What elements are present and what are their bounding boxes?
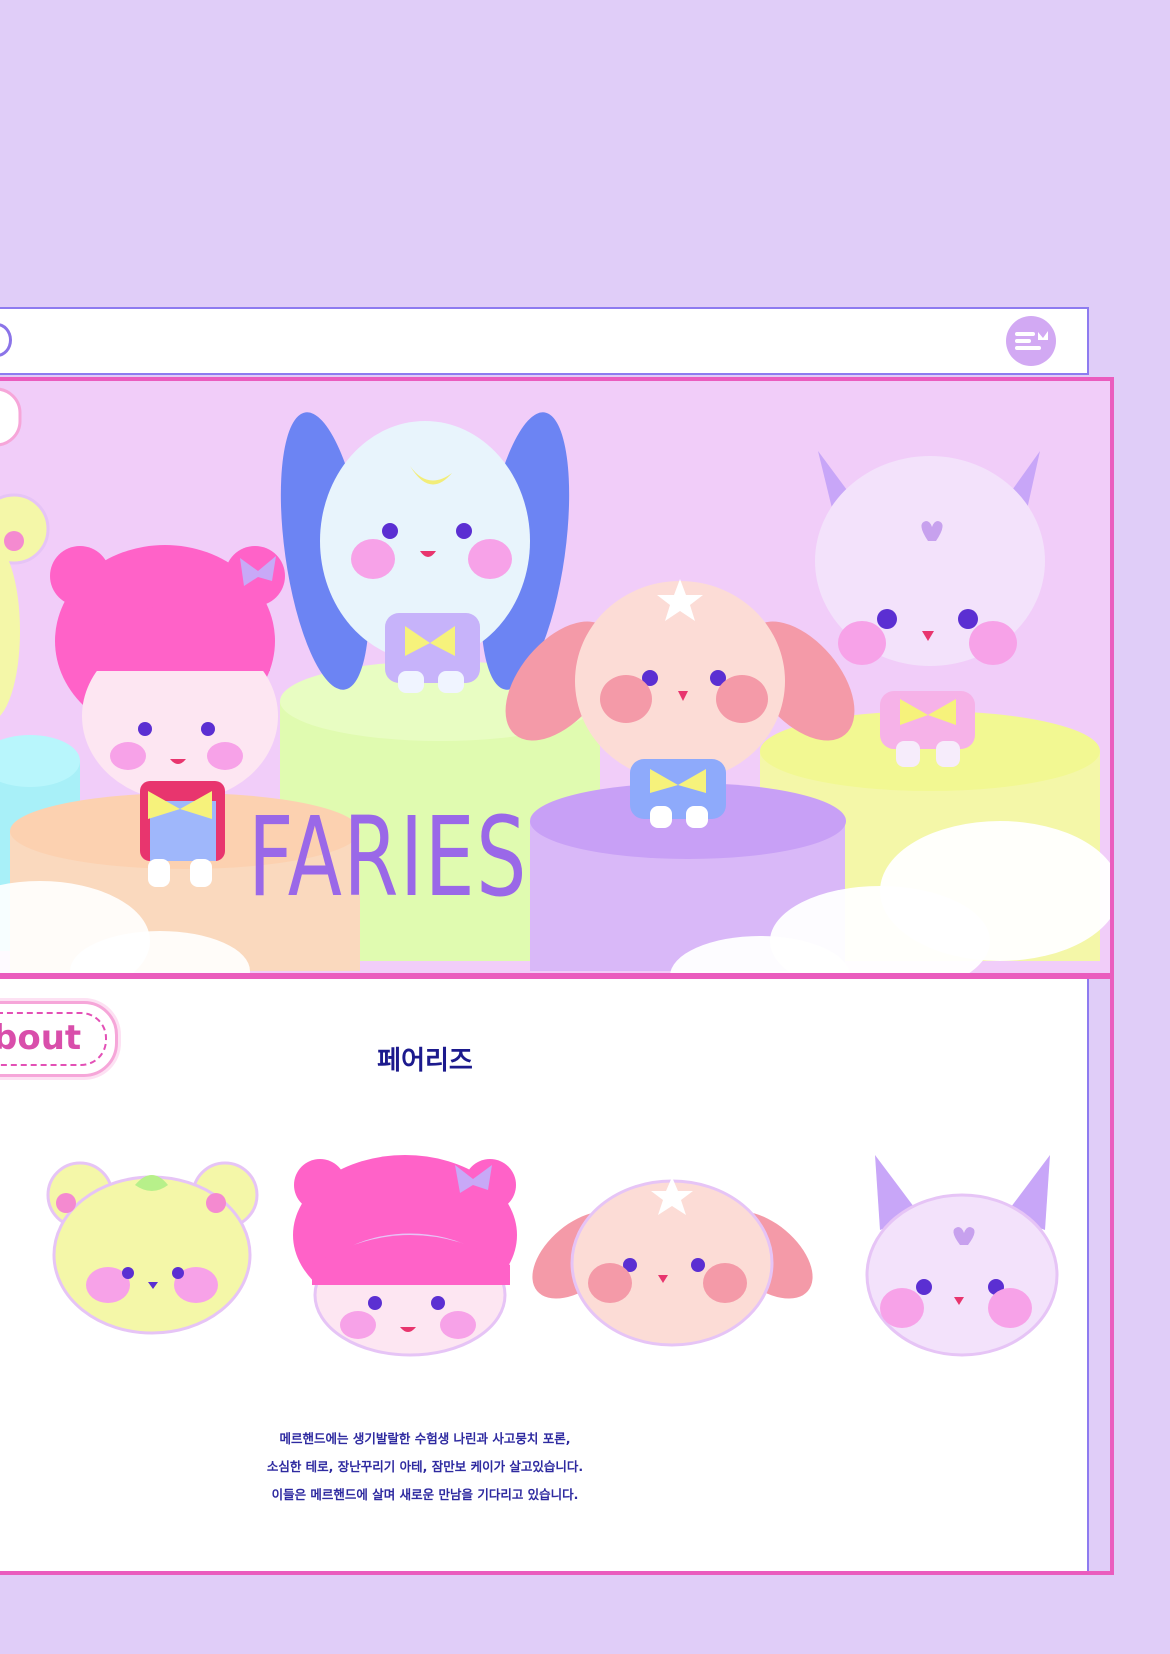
about-badge: bout [0, 1001, 118, 1077]
bear-face-icon [46, 1161, 259, 1335]
about-description-line-3: 이들은 메르핸드에 살며 새로운 만남을 기다리고 있습니다. [271, 1487, 579, 1502]
hero-title: FARIES [248, 793, 528, 921]
character-faces [46, 1155, 1059, 1357]
about-description-line-2: 소심한 테로, 장난꾸리기 아테, 잠만보 케이가 살고있습니다. [266, 1459, 584, 1474]
girl-face-icon [293, 1155, 517, 1357]
menu-button[interactable] [1006, 316, 1056, 366]
hero-banner: FARIES [0, 377, 1114, 977]
menu-icon [1015, 332, 1035, 336]
about-title: 페어리즈 [377, 1046, 473, 1076]
cat-face-icon [865, 1155, 1059, 1357]
top-header-bar [0, 307, 1089, 375]
logo-icon[interactable] [0, 323, 12, 357]
puppy-face-icon [532, 1177, 813, 1347]
about-description-line-1: 메르핸드에는 생기발랄한 수험생 나린과 사고뭉치 포론, [279, 1431, 571, 1446]
heart-badge-icon [1038, 331, 1048, 340]
hero-illustration [0, 387, 1110, 973]
about-badge-label: bout [0, 1018, 82, 1058]
